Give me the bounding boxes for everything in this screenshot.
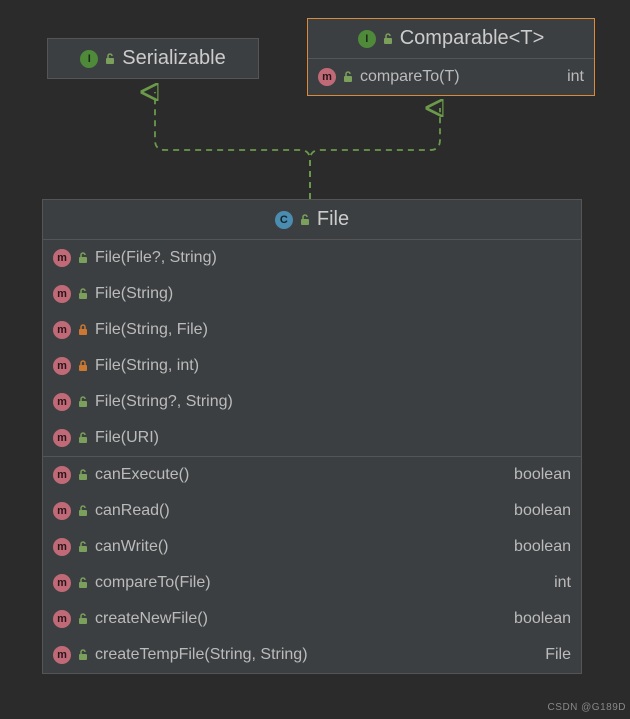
method-signature: createTempFile(String, String) (95, 646, 539, 664)
method-row[interactable]: m compareTo(File) int (43, 565, 581, 601)
method-icon: m (53, 393, 71, 411)
method-row[interactable]: m File(String?, String) (43, 384, 581, 420)
method-signature: File(String) (95, 285, 571, 303)
method-icon: m (318, 68, 336, 86)
method-return: boolean (514, 502, 571, 520)
method-signature: File(URI) (95, 429, 571, 447)
lock-open-icon (342, 70, 354, 84)
method-signature: canRead() (95, 502, 508, 520)
box-title: Comparable<T> (400, 27, 545, 50)
method-icon: m (53, 357, 71, 375)
box-title: Serializable (122, 47, 225, 70)
method-signature: compareTo(T) (360, 68, 561, 86)
method-icon: m (53, 574, 71, 592)
method-icon: m (53, 466, 71, 484)
method-return: int (567, 68, 584, 86)
method-icon: m (53, 285, 71, 303)
lock-open-icon (299, 213, 311, 227)
method-signature: File(String, File) (95, 321, 571, 339)
method-signature: File(File?, String) (95, 249, 571, 267)
method-icon: m (53, 321, 71, 339)
method-icon: m (53, 646, 71, 664)
method-return: boolean (514, 610, 571, 628)
method-row[interactable]: m File(String, File) (43, 312, 581, 348)
box-header: C File (43, 200, 581, 240)
method-signature: canExecute() (95, 466, 508, 484)
lock-open-icon (77, 287, 89, 301)
method-signature: compareTo(File) (95, 574, 548, 592)
lock-open-icon (77, 251, 89, 265)
box-header: I Serializable (48, 39, 258, 78)
method-signature: File(String?, String) (95, 393, 571, 411)
lock-open-icon (382, 32, 394, 46)
method-row[interactable]: m File(URI) (43, 420, 581, 456)
method-row[interactable]: m canRead() boolean (43, 493, 581, 529)
method-row[interactable]: m canWrite() boolean (43, 529, 581, 565)
class-box-file[interactable]: C File m File(File?, String) m File(String)… (42, 199, 582, 674)
lock-open-icon (77, 468, 89, 482)
method-row[interactable]: m File(String, int) (43, 348, 581, 384)
method-icon: m (53, 610, 71, 628)
method-signature: createNewFile() (95, 610, 508, 628)
interface-icon: I (358, 30, 376, 48)
method-icon: m (53, 538, 71, 556)
lock-open-icon (104, 52, 116, 66)
lock-open-icon (77, 612, 89, 626)
class-icon: C (275, 211, 293, 229)
interface-icon: I (80, 50, 98, 68)
watermark: CSDN @G189D (548, 702, 626, 713)
method-row[interactable]: m File(File?, String) (43, 240, 581, 276)
box-header: I Comparable<T> (308, 19, 594, 59)
method-icon: m (53, 502, 71, 520)
method-return: boolean (514, 538, 571, 556)
lock-open-icon (77, 504, 89, 518)
lock-closed-icon (77, 323, 89, 337)
method-row[interactable]: m File(String) (43, 276, 581, 312)
lock-open-icon (77, 395, 89, 409)
method-signature: canWrite() (95, 538, 508, 556)
method-signature: File(String, int) (95, 357, 571, 375)
method-icon: m (53, 249, 71, 267)
lock-open-icon (77, 431, 89, 445)
method-row[interactable]: m createTempFile(String, String) File (43, 637, 581, 673)
lock-open-icon (77, 540, 89, 554)
interface-box-serializable[interactable]: I Serializable (47, 38, 259, 79)
interface-box-comparable[interactable]: I Comparable<T> m compareTo(T) int (307, 18, 595, 96)
method-row[interactable]: m canExecute() boolean (43, 457, 581, 493)
method-return: File (545, 646, 571, 664)
lock-closed-icon (77, 359, 89, 373)
method-icon: m (53, 429, 71, 447)
method-row[interactable]: m createNewFile() boolean (43, 601, 581, 637)
method-return: boolean (514, 466, 571, 484)
lock-open-icon (77, 648, 89, 662)
lock-open-icon (77, 576, 89, 590)
box-title: File (317, 208, 349, 231)
method-row[interactable]: m compareTo(T) int (308, 59, 594, 95)
method-return: int (554, 574, 571, 592)
